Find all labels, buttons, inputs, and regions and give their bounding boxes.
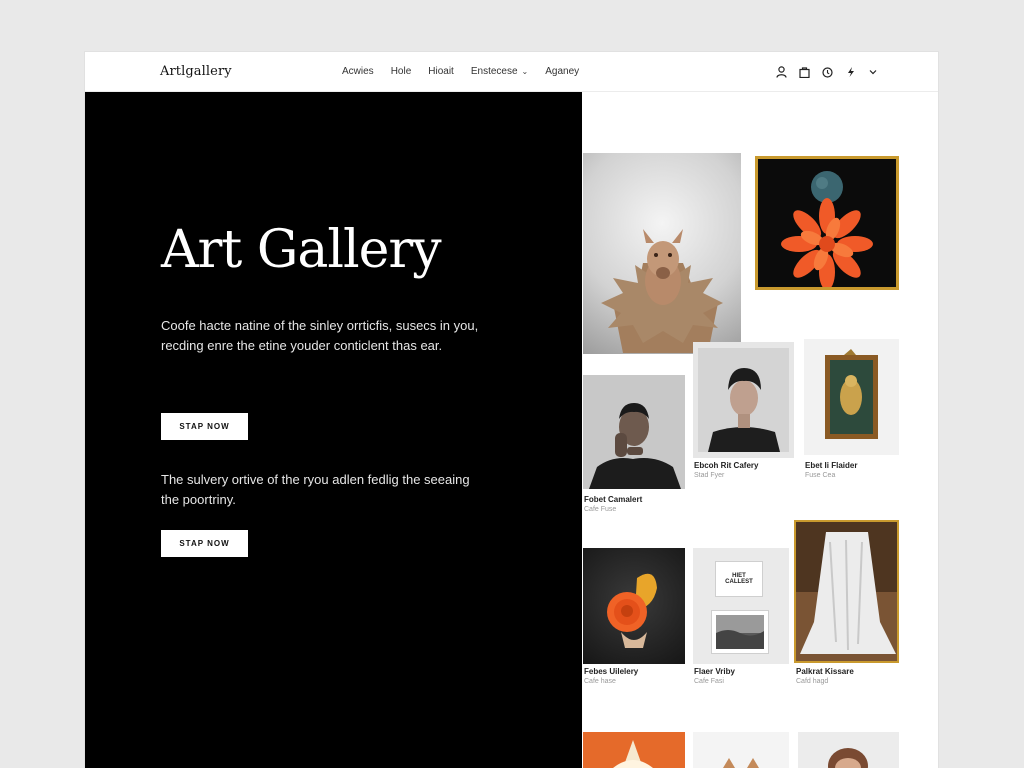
main-nav: Acwies Hole Hioait Enstecese ⌄ Aganey <box>342 66 596 77</box>
artwork-caption-title: Flaer Vriby <box>694 667 735 676</box>
shop-now-button-secondary[interactable]: STAP NOW <box>161 530 248 557</box>
header-icons <box>775 65 890 79</box>
artwork-caption-sub: Cafe hase <box>584 678 616 685</box>
artwork-caption-title: Ebet Ii Flaider <box>805 461 858 470</box>
artwork-caption-sub: Cafe Fuse <box>584 506 617 513</box>
artwork-caption-sub: Fuse Cea <box>805 472 836 479</box>
nav-label: Enstecese <box>470 66 518 77</box>
artwork-caption-title: Febes Uilelery <box>584 667 639 676</box>
sign-text-line2: CALLEST <box>725 579 753 585</box>
nav-label: Acwies <box>342 66 374 77</box>
artwork-caption-title: Fobet Camalert <box>584 495 643 504</box>
artwork-caption-title: Palkrat Kissare <box>796 667 854 676</box>
shop-now-button[interactable]: STAP NOW <box>161 413 248 440</box>
nav-item-3[interactable]: Hioait <box>428 66 454 77</box>
clock-icon[interactable] <box>821 65 833 79</box>
gallery-grid: Fobet Camalert Cafe Fuse Ebcoh Rit Cafer… <box>582 92 938 768</box>
artwork-gallery-sign[interactable]: HIET CALLEST <box>693 548 789 664</box>
hero-section: Art Gallery Coofe hacte natine of the si… <box>85 92 582 768</box>
artwork-man-portrait[interactable] <box>583 375 685 489</box>
nav-item-4-dropdown[interactable]: Enstecese ⌄ <box>471 66 528 77</box>
artwork-woman-portrait[interactable] <box>693 342 794 458</box>
bag-icon[interactable] <box>798 65 810 79</box>
chevron-down-icon: ⌄ <box>521 67 529 76</box>
hero-description: Coofe hacte natine of the sinley orrticf… <box>161 318 479 353</box>
browser-page: Artlgallery Acwies Hole Hioait Enstecese… <box>85 52 938 768</box>
bolt-icon[interactable] <box>844 65 856 79</box>
artwork-bottom-portrait[interactable] <box>798 732 899 768</box>
chevron-down-icon[interactable] <box>867 65 879 79</box>
gallery-sign: HIET CALLEST <box>715 561 763 597</box>
artwork-framed-flower[interactable] <box>755 156 899 290</box>
nav-item-5[interactable]: Aganey <box>545 66 579 77</box>
nav-label: Hole <box>390 66 412 77</box>
nav-item-1[interactable]: Acwies <box>342 66 374 77</box>
site-header: Artlgallery Acwies Hole Hioait Enstecese… <box>85 52 938 92</box>
artwork-caption-sub: Stad Fyer <box>694 472 725 479</box>
artwork-draped-sculpture[interactable] <box>794 520 899 663</box>
artwork-orange-rose[interactable] <box>583 548 685 664</box>
artwork-caption-sub: Cafe Fasi <box>694 678 724 685</box>
artwork-ornate-frame[interactable] <box>804 339 899 455</box>
hero-description-secondary: The sulvery ortive of the ryou adlen fed… <box>161 472 470 507</box>
hero-title: Art Gallery <box>161 220 442 280</box>
nav-item-2[interactable]: Hole <box>391 66 412 77</box>
artwork-bottom-cat[interactable] <box>693 732 789 768</box>
artwork-kangaroo-sculpture[interactable] <box>583 153 741 354</box>
artwork-caption-sub: Cafd hagd <box>796 678 829 685</box>
artwork-caption-title: Ebcoh Rit Cafery <box>694 461 759 470</box>
artwork-bottom-flower[interactable] <box>583 732 685 768</box>
photo-frame <box>711 610 769 654</box>
nav-label: Aganey <box>545 66 580 77</box>
user-icon[interactable] <box>775 65 787 79</box>
nav-label: Hioait <box>428 66 454 77</box>
site-logo[interactable]: Artlgallery <box>160 64 232 79</box>
